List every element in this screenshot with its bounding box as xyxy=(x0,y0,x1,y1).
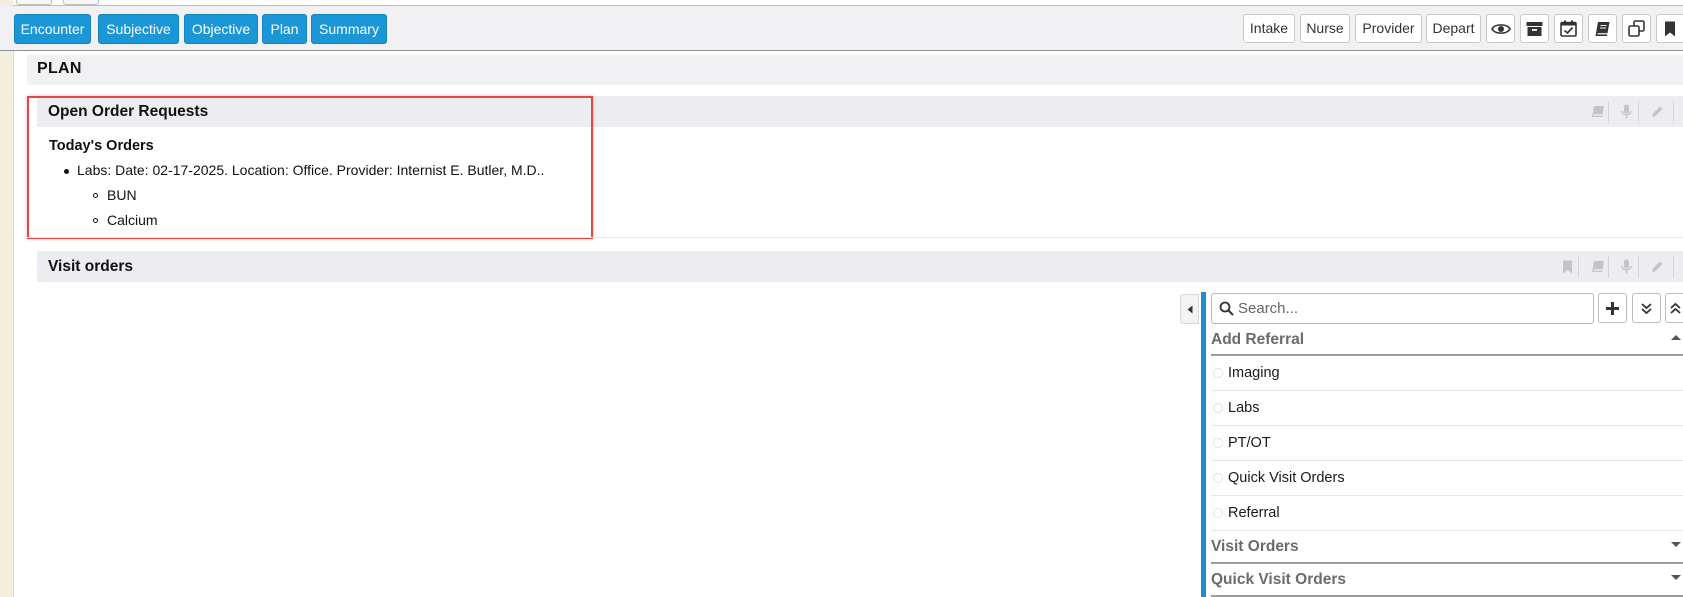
group-title: Add Referral xyxy=(1211,331,1305,348)
double-chevron-down-icon xyxy=(1641,302,1652,314)
group-title: Quick Visit Orders xyxy=(1211,571,1346,588)
microphone-icon[interactable] xyxy=(1619,259,1634,274)
list-item-pt-ot[interactable]: PT/OT xyxy=(1211,426,1683,461)
left-edge-strip xyxy=(0,0,14,597)
divider xyxy=(1578,256,1579,278)
group-title: Visit Orders xyxy=(1211,538,1299,555)
calendar-check-icon[interactable] xyxy=(1554,14,1583,43)
plan-section-header: PLAN xyxy=(27,55,1683,85)
list-item-labs[interactable]: Labs xyxy=(1211,391,1683,426)
group-quick-visit-orders[interactable]: Quick Visit Orders xyxy=(1211,564,1683,597)
archive-icon[interactable] xyxy=(1520,14,1549,43)
divider xyxy=(1638,101,1639,123)
list-item-quick-visit-orders[interactable]: Quick Visit Orders xyxy=(1211,461,1683,496)
pencil-icon[interactable] xyxy=(1649,104,1664,119)
list-item-imaging[interactable]: Imaging xyxy=(1211,356,1683,391)
copy-icon[interactable] xyxy=(1622,14,1651,43)
divider xyxy=(1608,101,1609,123)
list-item-label: Imaging xyxy=(1228,365,1280,381)
search-input[interactable] xyxy=(1238,295,1588,322)
plan-title: PLAN xyxy=(37,60,82,77)
bookmark-icon[interactable] xyxy=(1656,14,1683,43)
group-add-referral[interactable]: Add Referral xyxy=(1211,324,1683,356)
divider xyxy=(1608,256,1609,278)
book-icon[interactable] xyxy=(1588,14,1617,43)
section-title: Visit orders xyxy=(48,258,134,275)
order-search-box[interactable] xyxy=(1211,293,1594,324)
radio-button[interactable] xyxy=(1213,368,1223,378)
radio-button[interactable] xyxy=(1213,473,1223,483)
divider xyxy=(1673,256,1674,278)
encounter-toolbar: Encounter Subjective Objective Plan Summ… xyxy=(0,6,1683,51)
panel-accent-rule xyxy=(1201,292,1206,597)
top-tab-stub[interactable] xyxy=(63,0,99,5)
highlight-box xyxy=(27,96,593,239)
caret-down-icon xyxy=(1671,542,1681,547)
radio-button[interactable] xyxy=(1213,438,1223,448)
intake-button[interactable]: Intake xyxy=(1243,14,1295,43)
pencil-icon[interactable] xyxy=(1649,259,1664,274)
tab-summary[interactable]: Summary xyxy=(311,14,387,44)
eye-icon[interactable] xyxy=(1486,14,1515,43)
caret-up-icon xyxy=(1671,335,1681,340)
depart-button[interactable]: Depart xyxy=(1426,14,1481,43)
tab-plan[interactable]: Plan xyxy=(262,14,307,44)
group-visit-orders[interactable]: Visit Orders xyxy=(1211,531,1683,564)
list-item-label: Quick Visit Orders xyxy=(1228,470,1345,486)
expand-all-button[interactable] xyxy=(1632,293,1661,323)
add-order-button[interactable] xyxy=(1598,293,1627,323)
divider xyxy=(1673,101,1674,123)
list-item-referral[interactable]: Referral xyxy=(1211,496,1683,531)
book-icon[interactable] xyxy=(1590,259,1605,274)
list-item-label: PT/OT xyxy=(1228,435,1271,451)
collapse-all-button[interactable] xyxy=(1665,293,1683,323)
list-item-label: Labs xyxy=(1228,400,1260,416)
tab-subjective[interactable]: Subjective xyxy=(98,14,179,44)
microphone-icon[interactable] xyxy=(1619,104,1634,119)
list-item-label: Referral xyxy=(1228,505,1280,521)
radio-button[interactable] xyxy=(1213,508,1223,518)
divider xyxy=(1638,256,1639,278)
visit-orders-header: Visit orders xyxy=(37,251,1683,282)
radio-button[interactable] xyxy=(1213,403,1223,413)
nurse-button[interactable]: Nurse xyxy=(1300,14,1350,43)
caret-left-icon xyxy=(1187,305,1192,313)
tab-objective[interactable]: Objective xyxy=(184,14,258,44)
collapse-panel-toggle[interactable] xyxy=(1180,294,1199,324)
tab-encounter[interactable]: Encounter xyxy=(14,14,91,44)
plus-icon xyxy=(1606,301,1619,315)
top-tab-stub[interactable] xyxy=(16,0,52,5)
book-icon[interactable] xyxy=(1590,104,1605,119)
provider-button[interactable]: Provider xyxy=(1355,14,1422,43)
caret-down-icon xyxy=(1671,575,1681,580)
search-icon xyxy=(1219,301,1234,316)
bookmark-icon[interactable] xyxy=(1560,259,1575,274)
double-chevron-up-icon xyxy=(1670,302,1681,314)
divider xyxy=(27,237,1683,238)
